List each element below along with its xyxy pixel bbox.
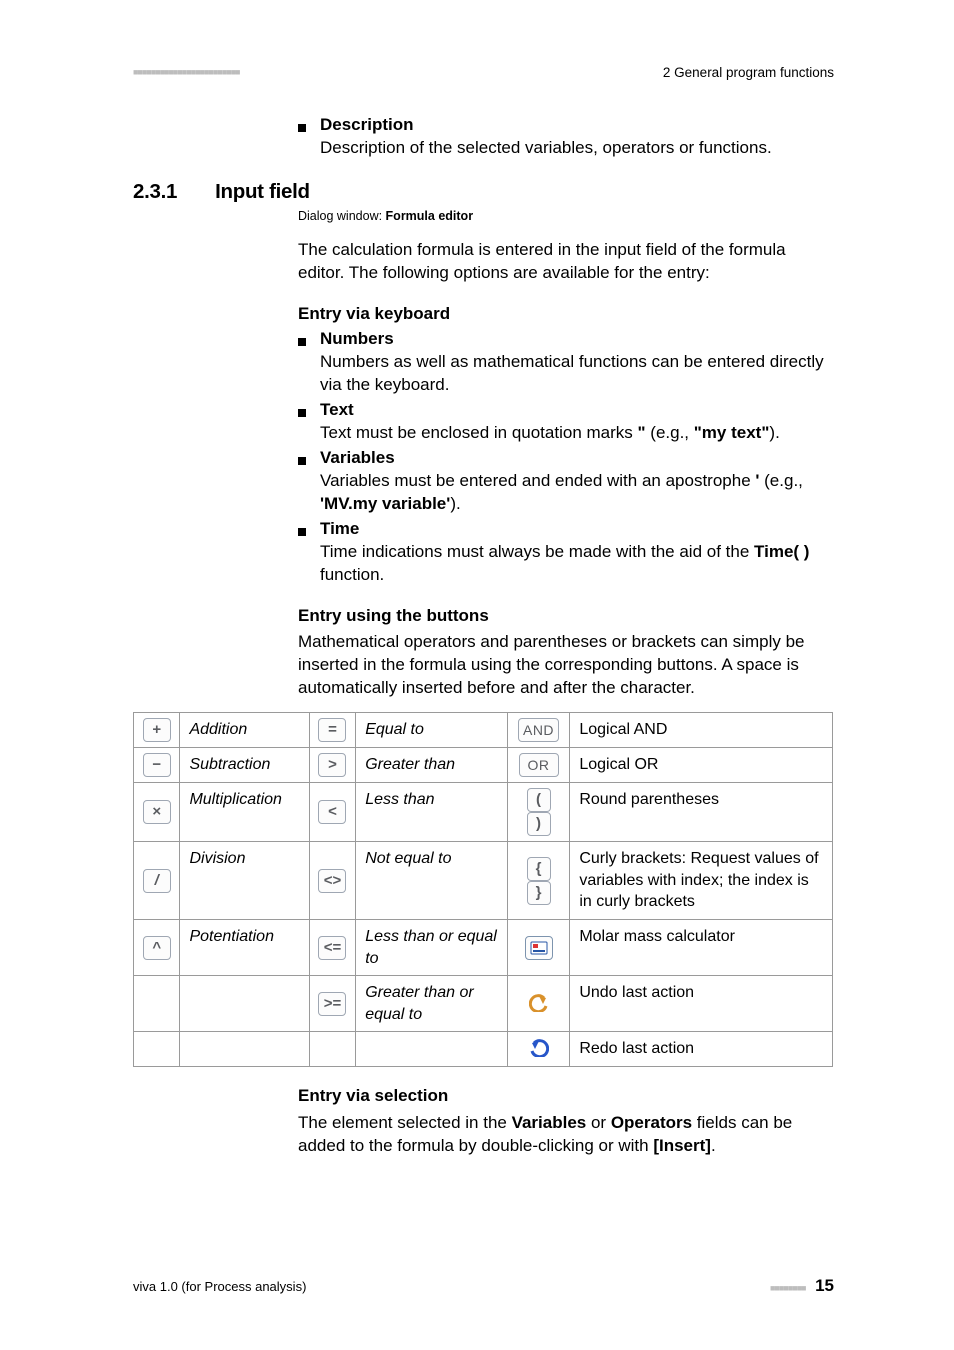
op-desc: Greater than or equal to [356,976,508,1032]
operators-table: + Addition = Equal to AND Logical AND − … [133,712,833,1067]
desc-body: Description of the selected variables, o… [320,137,834,160]
bullet-icon [298,338,306,346]
lte-button[interactable]: <= [318,936,346,960]
selection-body: The element selected in the Variables or… [298,1112,834,1158]
text-body: Text must be enclosed in quotation marks… [320,422,834,445]
and-button[interactable]: AND [518,718,559,742]
multiply-button[interactable]: × [143,800,171,824]
kb-heading: Entry via keyboard [298,303,834,326]
footer-page-block: ■■■■■■■■ 15 [770,1275,834,1298]
molar-mass-icon[interactable] [525,936,553,960]
bullet-icon [298,124,306,132]
numbers-label: Numbers [320,328,394,351]
neq-button[interactable]: <> [318,869,346,893]
undo-icon[interactable] [525,992,553,1016]
close-paren-button[interactable]: ) [527,812,551,836]
vars-body: Variables must be entered and ended with… [320,470,834,516]
bullet-icon [298,457,306,465]
op-desc: Molar mass calculator [570,920,833,976]
table-row: − Subtraction > Greater than OR Logical … [134,748,833,783]
footer-dots: ■■■■■■■■ [770,1283,806,1293]
op-desc: Redo last action [570,1032,833,1067]
numbers-body: Numbers as well as mathematical function… [320,351,834,397]
op-desc: Addition [180,713,309,748]
gt-button[interactable]: > [318,753,346,777]
section-number: 2.3.1 [133,178,177,206]
op-desc: Division [180,842,309,920]
vars-label: Variables [320,447,395,470]
op-desc: Less than or equal to [356,920,508,976]
bullet-icon [298,528,306,536]
table-row: + Addition = Equal to AND Logical AND [134,713,833,748]
footer-product: viva 1.0 (for Process analysis) [133,1278,306,1296]
time-body: Time indications must always be made wit… [320,541,834,587]
desc-label: Description [320,114,414,137]
dialog-prefix: Dialog window: [298,209,386,223]
op-desc: Greater than [356,748,508,783]
header-chapter: 2 General program functions [663,64,834,82]
op-desc: Potentiation [180,920,309,976]
op-desc: Equal to [356,713,508,748]
bullet-icon [298,409,306,417]
dialog-name: Formula editor [386,209,474,223]
intro-paragraph: The calculation formula is entered in th… [298,239,834,285]
buttons-heading: Entry using the buttons [298,605,834,628]
op-desc: Curly brackets: Request values of variab… [570,842,833,920]
power-button[interactable]: ^ [143,936,171,960]
op-desc: Subtraction [180,748,309,783]
table-row: × Multiplication < Less than ( ) Round p… [134,783,833,842]
time-label: Time [320,518,359,541]
op-desc: Multiplication [180,783,309,842]
section-title: Input field [215,178,310,206]
table-row: >= Greater than or equal to Undo last ac… [134,976,833,1032]
op-desc: Logical OR [570,748,833,783]
plus-button[interactable]: + [143,718,171,742]
table-row: Redo last action [134,1032,833,1067]
minus-button[interactable]: − [143,753,171,777]
table-row: ^ Potentiation <= Less than or equal to … [134,920,833,976]
op-desc: Round parentheses [570,783,833,842]
buttons-para: Mathematical operators and parentheses o… [298,631,834,700]
redo-icon[interactable] [525,1037,553,1061]
open-brace-button[interactable]: { [527,857,551,881]
lt-button[interactable]: < [318,800,346,824]
text-label: Text [320,399,354,422]
op-desc: Undo last action [570,976,833,1032]
equal-button[interactable]: = [318,718,346,742]
or-button[interactable]: OR [519,753,559,777]
op-desc: Logical AND [570,713,833,748]
gte-button[interactable]: >= [318,992,346,1016]
open-paren-button[interactable]: ( [527,788,551,812]
close-brace-button[interactable]: } [527,881,551,905]
op-desc: Less than [356,783,508,842]
op-desc: Not equal to [356,842,508,920]
header-dots: ■■■■■■■■■■■■■■■■■■■■■■■■ [133,66,239,78]
divide-button[interactable]: / [143,869,171,893]
selection-heading: Entry via selection [298,1085,834,1108]
page-number: 15 [815,1276,834,1295]
table-row: / Division <> Not equal to { } Curly bra… [134,842,833,920]
